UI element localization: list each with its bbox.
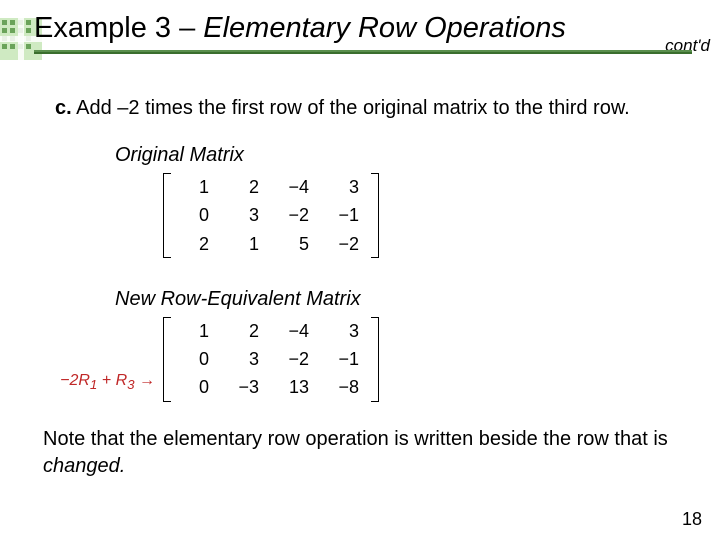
rowop-arrow: → (135, 372, 155, 389)
title-example: Example 3 (34, 12, 171, 44)
title-underline (34, 50, 692, 54)
part-c-label: c. (55, 97, 72, 119)
note-b: changed. (43, 455, 125, 477)
new-matrix: −2R1 + R3 → 12−43 03−2−1 0−313−8 (55, 317, 685, 402)
title-topic: Elementary Row Operations (203, 12, 566, 44)
part-c-statement: c. Add –2 times the first row of the ori… (55, 95, 685, 122)
new-matrix-table: 12−43 03−2−1 0−313−8 (171, 317, 371, 402)
note: Note that the elementary row operation i… (43, 426, 685, 480)
rowop-R3: R (116, 372, 128, 389)
part-c-text: Add –2 times the first row of the origin… (72, 97, 630, 119)
rowop-neg2: −2 (60, 372, 78, 389)
original-matrix-table: 12−43 03−2−1 215−2 (171, 173, 371, 258)
page-number: 18 (682, 509, 702, 530)
row-operation: −2R1 + R3 → (55, 320, 155, 398)
slide-title: Example 3 – Elementary Row Operations co… (34, 12, 694, 45)
title-dash: – (171, 12, 203, 44)
original-matrix-label: Original Matrix (115, 142, 685, 169)
rowop-R3-sub: 3 (127, 377, 134, 392)
new-matrix-label: New Row-Equivalent Matrix (115, 286, 685, 313)
rowop-plus: + (97, 372, 115, 389)
note-a: Note that the elementary row operation i… (43, 428, 668, 450)
rowop-R1: R (78, 372, 90, 389)
original-matrix: 12−43 03−2−1 215−2 (55, 173, 685, 258)
